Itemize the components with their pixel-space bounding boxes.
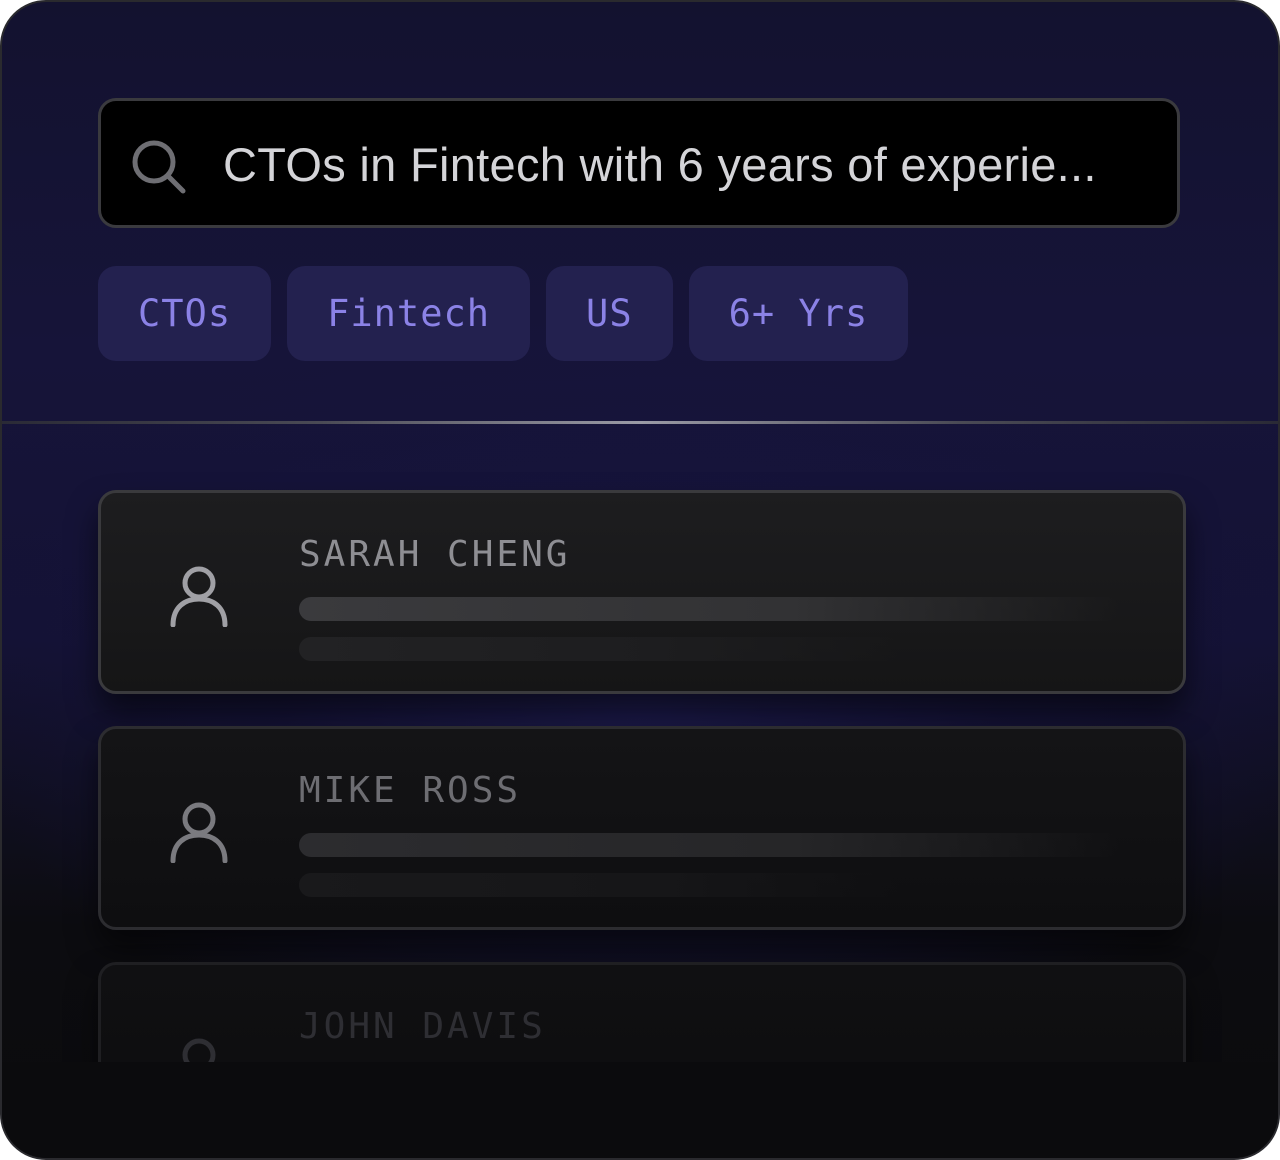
result-card[interactable]: MIKE ROSS: [98, 726, 1186, 930]
filter-chip-ctos[interactable]: CTOs: [98, 266, 272, 361]
search-input[interactable]: CTOs in Fintech with 6 years of experie.…: [98, 98, 1180, 228]
user-icon: [170, 566, 228, 627]
placeholder-line: [299, 873, 899, 897]
filter-chip-us[interactable]: US: [546, 266, 673, 361]
result-name: JOHN DAVIS: [299, 1006, 546, 1047]
placeholder-line: [299, 597, 1119, 621]
search-query-text: CTOs in Fintech with 6 years of experie.…: [223, 138, 1097, 191]
filter-chip-fintech[interactable]: Fintech: [287, 266, 531, 361]
result-card[interactable]: SARAH CHENG: [98, 490, 1186, 694]
result-name: SARAH CHENG: [299, 534, 571, 575]
divider: [2, 421, 1278, 424]
app-window: CTOs in Fintech with 6 years of experie.…: [0, 0, 1280, 1160]
placeholder-line: [299, 637, 899, 661]
filter-chip-experience[interactable]: 6+ Yrs: [688, 266, 909, 361]
result-name: MIKE ROSS: [299, 770, 522, 811]
filter-chips: CTOs Fintech US 6+ Yrs: [98, 266, 909, 361]
placeholder-line: [299, 833, 1119, 857]
search-icon: [132, 140, 186, 194]
user-icon: [170, 802, 228, 863]
bottom-fade: [2, 1062, 1278, 1158]
